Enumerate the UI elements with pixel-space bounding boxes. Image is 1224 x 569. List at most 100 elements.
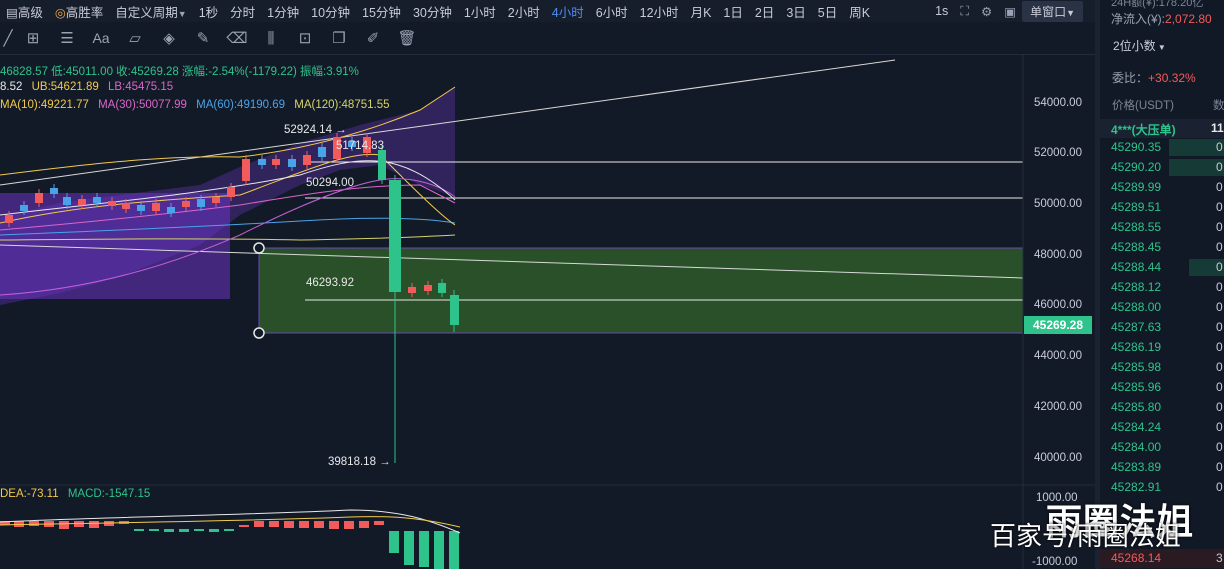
macd-histogram bbox=[0, 521, 459, 569]
period-tab[interactable]: 30分钟 bbox=[407, 2, 458, 21]
layers-icon[interactable]: ❐ bbox=[322, 29, 356, 47]
macd-bar bbox=[404, 531, 414, 565]
orderbook-row[interactable]: 45285.96 0 bbox=[1100, 378, 1224, 397]
interval-button[interactable]: 1s bbox=[929, 4, 954, 18]
price-tick-label: 50000.00 bbox=[1034, 198, 1082, 210]
brush-icon[interactable]: ✎ bbox=[186, 29, 220, 47]
period-tab[interactable]: 1小时 bbox=[458, 2, 502, 21]
big-order-qty: 11 bbox=[1211, 121, 1224, 135]
row-qty: 0 bbox=[1216, 160, 1223, 174]
period-tab[interactable]: 12小时 bbox=[634, 2, 685, 21]
orderbook-row[interactable]: 45283.89 0 bbox=[1100, 458, 1224, 477]
boll-ub-value: UB:54621.89 bbox=[31, 81, 99, 93]
macd-bar bbox=[284, 521, 294, 528]
current-price-value: 45269.28 bbox=[1032, 318, 1084, 332]
macd-bar bbox=[89, 521, 99, 528]
big-order-row[interactable]: 4***(大压单) 11 bbox=[1100, 119, 1224, 138]
orderbook-row[interactable]: 45288.45 0 bbox=[1100, 238, 1224, 257]
period-tab[interactable]: 10分钟 bbox=[305, 2, 356, 21]
period-tab[interactable]: 1秒 bbox=[193, 2, 224, 21]
macd-bar bbox=[449, 531, 459, 569]
period-tab[interactable]: 5日 bbox=[812, 2, 843, 21]
row-price: 45286.19 bbox=[1111, 340, 1162, 354]
orderbook-row[interactable]: 45284.00 0 bbox=[1100, 438, 1224, 457]
period-tab[interactable]: 1分钟 bbox=[261, 2, 305, 21]
pattern-icon[interactable]: ◈ bbox=[152, 29, 186, 47]
boll-lb-value: LB:45475.15 bbox=[107, 81, 174, 93]
fib-lines-icon[interactable]: ☰ bbox=[50, 29, 84, 47]
custom-period-dropdown[interactable]: 自定义周期 ▼ bbox=[109, 2, 192, 21]
macd-bar bbox=[134, 529, 144, 531]
custom-period-label: 自定义周期 bbox=[115, 5, 178, 20]
period-tab[interactable]: 1日 bbox=[717, 2, 748, 21]
macd-legend: DEA:-73.11 MACD:-1547.15 bbox=[0, 488, 150, 500]
row-qty: 0 bbox=[1216, 480, 1223, 494]
screenshot-icon[interactable]: ▣ bbox=[998, 4, 1022, 19]
net-inflow-value: 2,072.80 bbox=[1165, 12, 1212, 26]
orderbook-row[interactable]: 45285.98 0 bbox=[1100, 358, 1224, 377]
row-price: 45288.00 bbox=[1111, 300, 1162, 314]
trash-icon[interactable]: 🗑 bbox=[390, 29, 424, 47]
anchor-handle bbox=[253, 327, 265, 339]
orderbook-row[interactable]: 45289.51 0 bbox=[1100, 198, 1224, 217]
orderbook-row[interactable]: 45290.20 0 bbox=[1100, 158, 1224, 177]
row-qty: 0 bbox=[1216, 340, 1223, 354]
macd-bar bbox=[179, 529, 189, 532]
period-tab[interactable]: 2小时 bbox=[502, 2, 546, 21]
row-qty: 0 bbox=[1216, 220, 1223, 234]
trend-line-icon[interactable]: ╱ bbox=[0, 29, 16, 47]
orderbook-row[interactable]: 45288.12 0 bbox=[1100, 278, 1224, 297]
row-price: 45288.44 bbox=[1111, 260, 1162, 274]
decimals-select[interactable]: 2位小数 ▼ bbox=[1113, 37, 1166, 54]
ma-legend: MA(10):49221.77 MA(30):50077.99 MA(60):4… bbox=[0, 99, 390, 111]
edit-icon[interactable]: ✐ bbox=[356, 29, 390, 47]
row-price: 45288.55 bbox=[1111, 220, 1162, 234]
row-qty: 0 bbox=[1216, 460, 1223, 474]
ruler-icon[interactable]: ▱ bbox=[118, 29, 152, 47]
measure-icon[interactable]: ⫼ bbox=[254, 30, 288, 47]
row-price: 45282.91 bbox=[1111, 480, 1162, 494]
orderbook-row[interactable]: 45289.99 0 bbox=[1100, 178, 1224, 197]
kline-chart[interactable]: 46828.57 低:45011.00 收:45269.28 涨幅:-2.54%… bbox=[0, 55, 1095, 569]
lock-icon[interactable]: ⊡ bbox=[288, 29, 322, 47]
row-price: 45287.63 bbox=[1111, 320, 1162, 334]
period-tab[interactable]: 月K bbox=[685, 2, 718, 21]
crosshair-icon[interactable]: ⊞ bbox=[16, 29, 50, 47]
macd-bar bbox=[314, 521, 324, 528]
period-tab[interactable]: 3日 bbox=[780, 2, 811, 21]
window-mode-select[interactable]: 单窗口 ▼ bbox=[1022, 0, 1083, 22]
row-qty: 0 bbox=[1216, 300, 1223, 314]
orderbook-row[interactable]: 45286.19 0 bbox=[1100, 338, 1224, 357]
net-inflow-label: 净流入(¥): bbox=[1111, 12, 1166, 26]
boll-legend: 8.52 UB:54621.89 LB:45475.15 bbox=[0, 81, 173, 93]
macd-bar bbox=[374, 521, 384, 525]
period-tab[interactable]: 2日 bbox=[749, 2, 780, 21]
level-label-51714: 51714.83 bbox=[336, 140, 384, 152]
macd-tick-bottom: -1000.00 bbox=[1032, 556, 1078, 568]
orderbook-row[interactable]: 45288.55 0 bbox=[1100, 218, 1224, 237]
fullscreen-icon[interactable]: ⛶ bbox=[954, 4, 975, 19]
current-price-tag: 45269.28 bbox=[1024, 316, 1092, 334]
eraser-icon[interactable]: ⌫ bbox=[220, 29, 254, 47]
period-tab[interactable]: 4小时 bbox=[546, 2, 590, 21]
period-tab[interactable]: 15分钟 bbox=[356, 2, 407, 21]
text-tool[interactable]: Aa bbox=[84, 30, 118, 46]
macd-bar bbox=[344, 521, 354, 529]
price-tick-label: 40000.00 bbox=[1034, 452, 1082, 464]
caret-down-icon: ▼ bbox=[1066, 7, 1075, 18]
period-tab[interactable]: 分时 bbox=[224, 2, 261, 21]
settings-icon[interactable]: ⚙ bbox=[975, 4, 998, 19]
row-price: 45288.12 bbox=[1111, 280, 1162, 294]
high-win-button[interactable]: ◎ 高胜率 bbox=[49, 2, 109, 21]
orderbook-row[interactable]: 45288.00 0 bbox=[1100, 298, 1224, 317]
period-tab[interactable]: 6小时 bbox=[590, 2, 634, 21]
row-price: 45283.89 bbox=[1111, 460, 1162, 474]
orderbook-row[interactable]: 45287.63 0 bbox=[1100, 318, 1224, 337]
orderbook-row[interactable]: 45284.24 0 bbox=[1100, 418, 1224, 437]
orderbook-row[interactable]: 45285.80 0 bbox=[1100, 398, 1224, 417]
price-tick-label: 44000.00 bbox=[1034, 350, 1082, 362]
orderbook-row[interactable]: 45288.44 0 bbox=[1100, 258, 1224, 277]
advanced-button[interactable]: ▤ 高级 bbox=[0, 2, 49, 21]
orderbook-row[interactable]: 45290.35 0 bbox=[1100, 138, 1224, 157]
period-tab[interactable]: 周K bbox=[843, 2, 876, 21]
